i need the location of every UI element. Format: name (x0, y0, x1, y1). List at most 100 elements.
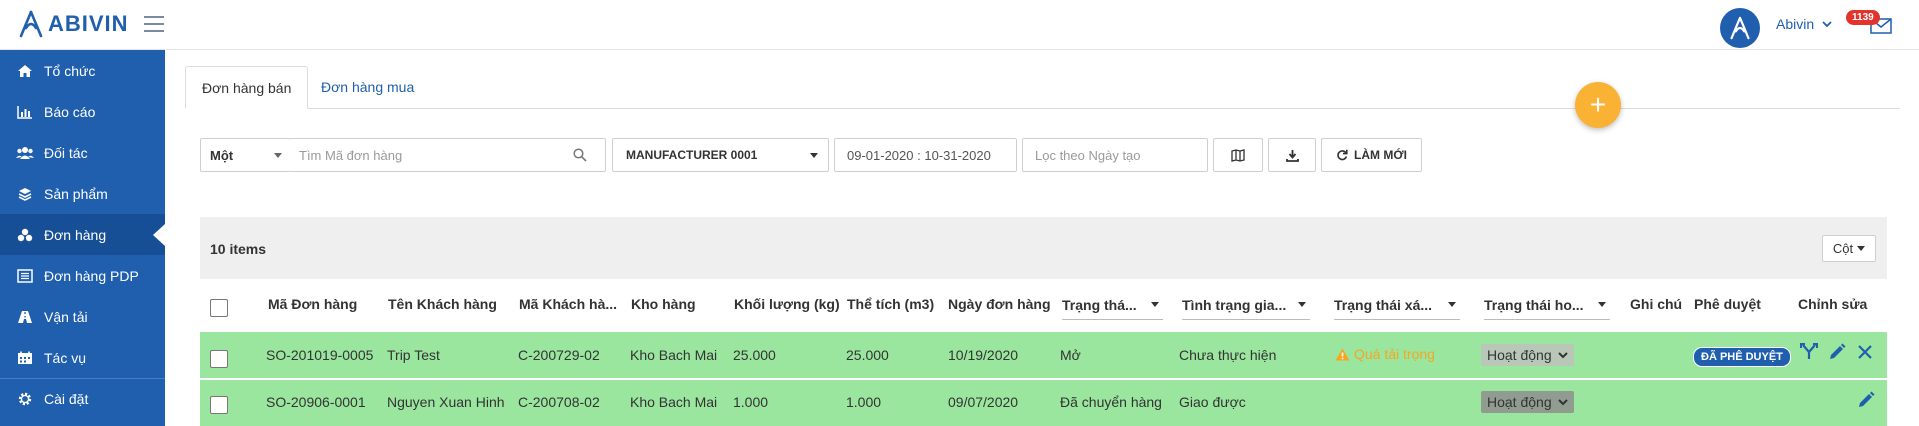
manufacturer-select[interactable]: MANUFACTURER 0001 (612, 138, 829, 172)
sidebar-item-settings[interactable]: Cài đặt (0, 378, 165, 419)
cell-order-code[interactable]: SO-201019-0005 (266, 347, 373, 363)
cell-delivery-status: Giao được (1179, 394, 1246, 410)
caret-down-icon (1448, 302, 1456, 307)
users-icon (16, 144, 34, 162)
search-input[interactable]: Tìm Mã đơn hàng (290, 138, 606, 172)
order-tabs: Đơn hàng bán Đơn hàng mua (185, 66, 1900, 109)
edit-icon[interactable] (1857, 391, 1875, 412)
top-bar: ABIVIN Abivin 1139 (0, 0, 1919, 50)
gear-icon (16, 390, 34, 408)
sidebar-item-reports[interactable]: Báo cáo (0, 91, 165, 132)
notification-badge: 1139 (1846, 10, 1880, 25)
map-view-button[interactable] (1213, 138, 1263, 172)
refresh-label: LÀM MỚI (1354, 148, 1407, 162)
date-range-picker[interactable]: 09-01-2020 : 10-31-2020 (834, 138, 1017, 172)
active-status-select[interactable]: Hoạt động (1481, 391, 1574, 413)
tab-sales-orders[interactable]: Đơn hàng bán (185, 66, 309, 109)
sidebar-item-orders-pdp[interactable]: Đơn hàng PDP (0, 255, 165, 296)
table-row[interactable] (200, 332, 1887, 378)
brand-name: ABIVIN (48, 11, 129, 36)
confirm-status-text: Quá tải trọng (1354, 346, 1435, 362)
sidebar: Tổ chức Báo cáo Đối tác Sản phẩm Đơn hàn… (0, 50, 165, 426)
sidebar-item-label: Tổ chức (44, 62, 96, 79)
header-confirm-status: Trạng thái xá... (1334, 296, 1433, 313)
tab-purchase-orders[interactable]: Đơn hàng mua (305, 66, 430, 109)
caret-down-icon (274, 152, 282, 158)
edit-icon[interactable] (1828, 343, 1846, 364)
header-active-status-filter[interactable]: Trạng thái ho... (1484, 290, 1610, 320)
header-delivery-status-filter[interactable]: Tình trạng gia... (1182, 290, 1310, 320)
columns-button[interactable]: Cột (1822, 235, 1876, 262)
sidebar-item-partners[interactable]: Đối tác (0, 132, 165, 173)
boxes-icon (16, 226, 34, 244)
caret-down-icon (1151, 302, 1159, 307)
header-order-code[interactable]: Mã Đơn hàng (268, 296, 357, 312)
sidebar-item-products[interactable]: Sản phẩm (0, 173, 165, 214)
menu-toggle-icon[interactable] (144, 16, 164, 32)
date-range-value: 09-01-2020 : 10-31-2020 (847, 147, 991, 163)
logo[interactable]: ABIVIN (18, 10, 129, 38)
created-date-filter[interactable]: Lọc theo Ngày tạo (1022, 138, 1208, 172)
download-button[interactable] (1268, 138, 1316, 172)
road-icon (16, 308, 34, 326)
abivin-logo-icon (19, 10, 43, 38)
cubes-icon (16, 185, 34, 203)
search-placeholder: Tìm Mã đơn hàng (299, 147, 403, 163)
search-mode-select[interactable]: Một (200, 138, 291, 172)
created-date-placeholder: Lọc theo Ngày tạo (1035, 147, 1141, 163)
header-order-date[interactable]: Ngày đơn hàng (948, 296, 1051, 312)
sidebar-item-label: Báo cáo (44, 103, 96, 120)
header-active-status: Trạng thái ho... (1484, 296, 1584, 313)
refresh-button[interactable]: LÀM MỚI (1321, 138, 1422, 172)
delete-icon[interactable] (1857, 344, 1873, 363)
refresh-icon (1337, 149, 1348, 161)
header-confirm-status-filter[interactable]: Trạng thái xá... (1334, 290, 1460, 320)
search-mode-value: Một (210, 147, 234, 163)
cell-weight: 1.000 (733, 394, 769, 410)
cell-order-code[interactable]: SO-20906-0001 (266, 394, 366, 410)
active-status-value: Hoạt động (1487, 347, 1552, 363)
user-menu[interactable]: Abivin (1776, 16, 1832, 32)
sidebar-item-tasks[interactable]: Tác vụ (0, 337, 165, 378)
cell-volume: 1.000 (846, 394, 882, 410)
sidebar-item-transport[interactable]: Vận tải (0, 296, 165, 337)
header-volume[interactable]: Thể tích (m3) (847, 296, 934, 312)
header-customer-name[interactable]: Tên Khách hàng (388, 296, 497, 312)
header-customer-code[interactable]: Mã Khách hà... (519, 296, 617, 312)
cell-status: Đã chuyển hàng (1060, 394, 1162, 410)
cell-warehouse: Kho Bach Mai (630, 394, 718, 410)
calendar-icon (16, 349, 34, 367)
header-edit: Chỉnh sửa (1798, 296, 1868, 312)
select-all-checkbox[interactable] (210, 299, 228, 317)
cell-weight: 25.000 (733, 347, 776, 363)
chevron-down-icon (1557, 398, 1568, 405)
row-checkbox[interactable] (210, 396, 228, 414)
active-status-select[interactable]: Hoạt động (1481, 344, 1574, 366)
map-icon (1231, 148, 1245, 162)
list-icon (16, 267, 34, 285)
header-weight[interactable]: Khối lượng (kg) (734, 296, 840, 312)
caret-down-icon (1298, 302, 1306, 307)
sidebar-item-orders[interactable]: Đơn hàng (0, 214, 165, 255)
cell-customer-name: Trip Test (387, 347, 440, 363)
caret-down-icon (1857, 246, 1866, 251)
cell-customer-code: C-200708-02 (518, 394, 600, 410)
grid-toolbar (200, 217, 1887, 279)
abivin-avatar-icon (1730, 16, 1750, 40)
route-icon[interactable] (1800, 343, 1818, 364)
header-status-filter[interactable]: Trạng thá... (1062, 290, 1163, 320)
chevron-down-icon (1557, 351, 1568, 358)
cell-order-date: 09/07/2020 (948, 394, 1019, 410)
cell-delivery-status: Chưa thực hiện (1179, 347, 1277, 363)
header-warehouse[interactable]: Kho hàng (631, 296, 696, 312)
items-count: 10 items (210, 241, 267, 257)
add-order-button[interactable]: + (1575, 82, 1621, 128)
home-icon (16, 62, 34, 80)
header-status: Trạng thá... (1062, 296, 1137, 313)
warning-icon (1335, 348, 1350, 360)
cell-volume: 25.000 (846, 347, 889, 363)
row-checkbox[interactable] (210, 350, 228, 368)
avatar[interactable] (1720, 8, 1760, 48)
sidebar-item-organization[interactable]: Tổ chức (0, 50, 165, 91)
sidebar-item-label: Cài đặt (44, 391, 89, 407)
